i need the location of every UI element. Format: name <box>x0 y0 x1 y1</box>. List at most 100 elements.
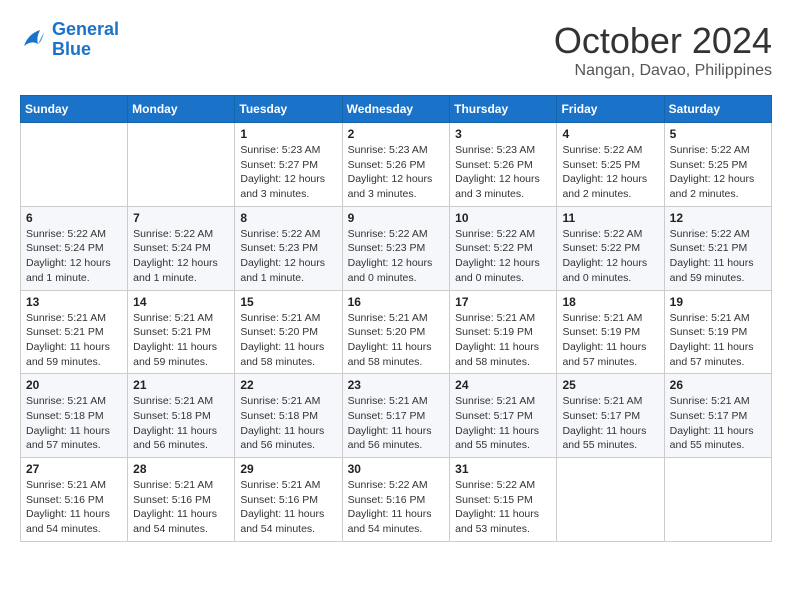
day-number: 14 <box>133 295 229 309</box>
day-number: 18 <box>562 295 658 309</box>
day-header-thursday: Thursday <box>450 96 557 123</box>
day-info: Sunrise: 5:22 AM Sunset: 5:24 PM Dayligh… <box>26 227 122 286</box>
calendar-day-9: 9 Sunrise: 5:22 AM Sunset: 5:23 PM Daylig… <box>342 206 450 290</box>
day-info: Sunrise: 5:21 AM Sunset: 5:16 PM Dayligh… <box>26 478 122 537</box>
day-number: 15 <box>240 295 336 309</box>
calendar-week-row: 27Sunrise: 5:21 AM Sunset: 5:16 PM Dayli… <box>21 458 772 542</box>
day-info: Sunrise: 5:21 AM Sunset: 5:21 PM Dayligh… <box>26 311 122 370</box>
day-number: 29 <box>240 462 336 476</box>
day-info: Sunrise: 5:22 AM Sunset: 5:24 PM Dayligh… <box>133 227 229 286</box>
day-info: Sunrise: 5:22 AM Sunset: 5:23 PM Dayligh… <box>348 227 445 286</box>
calendar-day-26: 26 Sunrise: 5:21 AM Sunset: 5:17 PM Dayli… <box>664 374 771 458</box>
day-number: 11 <box>562 211 658 225</box>
calendar-day-3: 3 Sunrise: 5:23 AM Sunset: 5:26 PM Daylig… <box>450 123 557 207</box>
calendar-day-22: 22 Sunrise: 5:21 AM Sunset: 5:18 PM Dayli… <box>235 374 342 458</box>
day-info: Sunrise: 5:21 AM Sunset: 5:20 PM Dayligh… <box>348 311 445 370</box>
day-number: 12 <box>670 211 766 225</box>
day-number: 17 <box>455 295 551 309</box>
day-info: Sunrise: 5:22 AM Sunset: 5:22 PM Dayligh… <box>562 227 658 286</box>
calendar-day-7: 7Sunrise: 5:22 AM Sunset: 5:24 PM Daylig… <box>128 206 235 290</box>
day-header-sunday: Sunday <box>21 96 128 123</box>
calendar-day-30: 30Sunrise: 5:22 AM Sunset: 5:16 PM Dayli… <box>342 458 450 542</box>
day-number: 21 <box>133 378 229 392</box>
day-info: Sunrise: 5:23 AM Sunset: 5:27 PM Dayligh… <box>240 143 336 202</box>
calendar-day-15: 15 Sunrise: 5:21 AM Sunset: 5:20 PM Dayli… <box>235 290 342 374</box>
day-header-tuesday: Tuesday <box>235 96 342 123</box>
day-number: 16 <box>348 295 445 309</box>
logo-text: General Blue <box>52 20 119 60</box>
day-info: Sunrise: 5:21 AM Sunset: 5:20 PM Dayligh… <box>240 311 336 370</box>
calendar-day-25: 25 Sunrise: 5:21 AM Sunset: 5:17 PM Dayli… <box>557 374 664 458</box>
day-info: Sunrise: 5:21 AM Sunset: 5:16 PM Dayligh… <box>240 478 336 537</box>
calendar-day-21: 21 Sunrise: 5:21 AM Sunset: 5:18 PM Dayli… <box>128 374 235 458</box>
calendar-day-20: 20Sunrise: 5:21 AM Sunset: 5:18 PM Dayli… <box>21 374 128 458</box>
day-info: Sunrise: 5:22 AM Sunset: 5:22 PM Dayligh… <box>455 227 551 286</box>
calendar-day-29: 29 Sunrise: 5:21 AM Sunset: 5:16 PM Dayli… <box>235 458 342 542</box>
calendar-day-31: 31Sunrise: 5:22 AM Sunset: 5:15 PM Dayli… <box>450 458 557 542</box>
day-info: Sunrise: 5:21 AM Sunset: 5:17 PM Dayligh… <box>455 394 551 453</box>
calendar-day-16: 16 Sunrise: 5:21 AM Sunset: 5:20 PM Dayli… <box>342 290 450 374</box>
calendar-week-row: 20Sunrise: 5:21 AM Sunset: 5:18 PM Dayli… <box>21 374 772 458</box>
day-number: 1 <box>240 127 336 141</box>
day-info: Sunrise: 5:22 AM Sunset: 5:25 PM Dayligh… <box>562 143 658 202</box>
day-info: Sunrise: 5:21 AM Sunset: 5:19 PM Dayligh… <box>670 311 766 370</box>
day-number: 8 <box>240 211 336 225</box>
day-info: Sunrise: 5:21 AM Sunset: 5:18 PM Dayligh… <box>133 394 229 453</box>
day-info: Sunrise: 5:23 AM Sunset: 5:26 PM Dayligh… <box>348 143 445 202</box>
calendar-empty-cell <box>21 123 128 207</box>
calendar-table: SundayMondayTuesdayWednesdayThursdayFrid… <box>20 95 772 542</box>
day-info: Sunrise: 5:22 AM Sunset: 5:23 PM Dayligh… <box>240 227 336 286</box>
day-info: Sunrise: 5:22 AM Sunset: 5:21 PM Dayligh… <box>670 227 766 286</box>
day-header-saturday: Saturday <box>664 96 771 123</box>
day-info: Sunrise: 5:22 AM Sunset: 5:25 PM Dayligh… <box>670 143 766 202</box>
calendar-empty-cell <box>664 458 771 542</box>
calendar-week-row: 1 Sunrise: 5:23 AM Sunset: 5:27 PM Daylig… <box>21 123 772 207</box>
day-info: Sunrise: 5:21 AM Sunset: 5:21 PM Dayligh… <box>133 311 229 370</box>
calendar-day-24: 24 Sunrise: 5:21 AM Sunset: 5:17 PM Dayli… <box>450 374 557 458</box>
day-number: 28 <box>133 462 229 476</box>
calendar-day-27: 27Sunrise: 5:21 AM Sunset: 5:16 PM Dayli… <box>21 458 128 542</box>
calendar-day-6: 6 Sunrise: 5:22 AM Sunset: 5:24 PM Daylig… <box>21 206 128 290</box>
logo-icon <box>20 26 48 54</box>
calendar-day-8: 8 Sunrise: 5:22 AM Sunset: 5:23 PM Daylig… <box>235 206 342 290</box>
calendar-day-23: 23Sunrise: 5:21 AM Sunset: 5:17 PM Dayli… <box>342 374 450 458</box>
day-info: Sunrise: 5:22 AM Sunset: 5:16 PM Dayligh… <box>348 478 445 537</box>
calendar-day-11: 11 Sunrise: 5:22 AM Sunset: 5:22 PM Dayli… <box>557 206 664 290</box>
day-info: Sunrise: 5:21 AM Sunset: 5:19 PM Dayligh… <box>455 311 551 370</box>
day-header-wednesday: Wednesday <box>342 96 450 123</box>
day-number: 19 <box>670 295 766 309</box>
day-info: Sunrise: 5:21 AM Sunset: 5:17 PM Dayligh… <box>670 394 766 453</box>
day-number: 2 <box>348 127 445 141</box>
day-info: Sunrise: 5:21 AM Sunset: 5:18 PM Dayligh… <box>240 394 336 453</box>
day-number: 6 <box>26 211 122 225</box>
calendar-day-5: 5 Sunrise: 5:22 AM Sunset: 5:25 PM Daylig… <box>664 123 771 207</box>
calendar-empty-cell <box>128 123 235 207</box>
day-info: Sunrise: 5:23 AM Sunset: 5:26 PM Dayligh… <box>455 143 551 202</box>
calendar-day-1: 1 Sunrise: 5:23 AM Sunset: 5:27 PM Daylig… <box>235 123 342 207</box>
calendar-day-17: 17 Sunrise: 5:21 AM Sunset: 5:19 PM Dayli… <box>450 290 557 374</box>
title-block: October 2024 Nangan, Davao, Philippines <box>554 20 772 80</box>
calendar-week-row: 13 Sunrise: 5:21 AM Sunset: 5:21 PM Dayli… <box>21 290 772 374</box>
day-info: Sunrise: 5:21 AM Sunset: 5:17 PM Dayligh… <box>562 394 658 453</box>
day-number: 26 <box>670 378 766 392</box>
calendar-week-row: 6 Sunrise: 5:22 AM Sunset: 5:24 PM Daylig… <box>21 206 772 290</box>
day-number: 9 <box>348 211 445 225</box>
calendar-empty-cell <box>557 458 664 542</box>
day-number: 24 <box>455 378 551 392</box>
day-number: 13 <box>26 295 122 309</box>
day-number: 22 <box>240 378 336 392</box>
day-number: 23 <box>348 378 445 392</box>
calendar-day-12: 12 Sunrise: 5:22 AM Sunset: 5:21 PM Dayli… <box>664 206 771 290</box>
page-header: General Blue October 2024 Nangan, Davao,… <box>20 20 772 80</box>
day-info: Sunrise: 5:21 AM Sunset: 5:19 PM Dayligh… <box>562 311 658 370</box>
calendar-day-18: 18 Sunrise: 5:21 AM Sunset: 5:19 PM Dayli… <box>557 290 664 374</box>
calendar-day-19: 19 Sunrise: 5:21 AM Sunset: 5:19 PM Dayli… <box>664 290 771 374</box>
day-number: 25 <box>562 378 658 392</box>
day-info: Sunrise: 5:21 AM Sunset: 5:18 PM Dayligh… <box>26 394 122 453</box>
day-number: 31 <box>455 462 551 476</box>
day-number: 5 <box>670 127 766 141</box>
day-header-friday: Friday <box>557 96 664 123</box>
day-header-monday: Monday <box>128 96 235 123</box>
calendar-day-14: 14 Sunrise: 5:21 AM Sunset: 5:21 PM Dayli… <box>128 290 235 374</box>
day-number: 3 <box>455 127 551 141</box>
